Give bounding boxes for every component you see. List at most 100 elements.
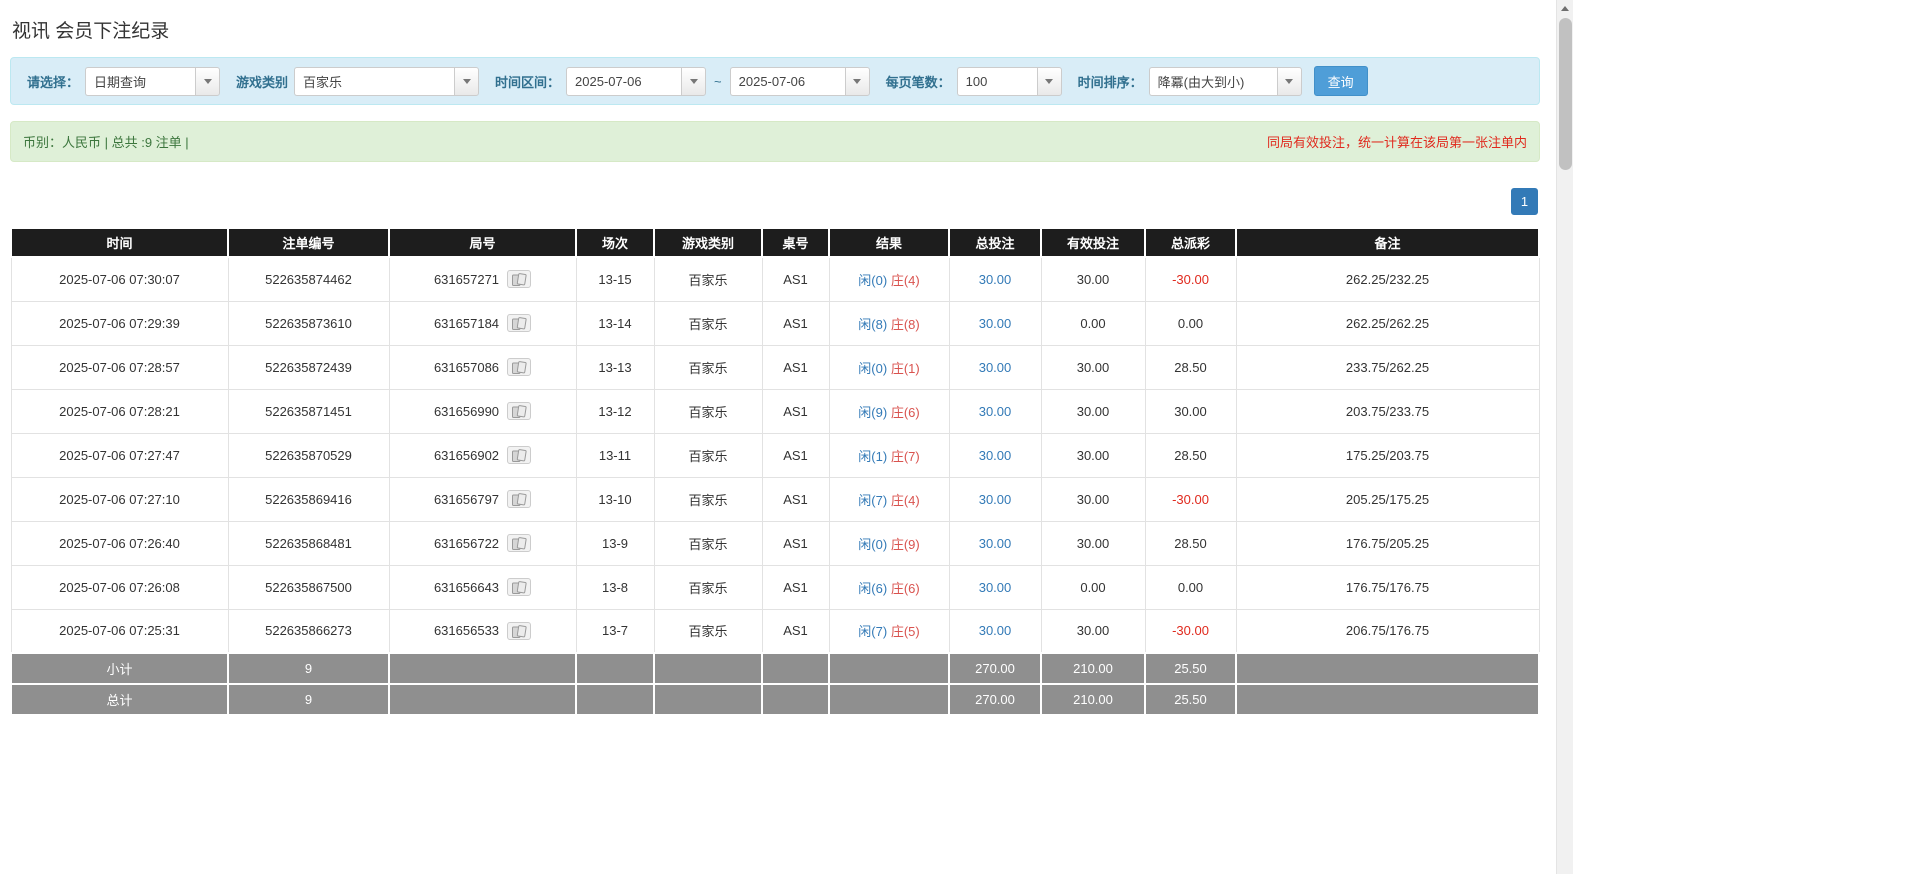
round-number: 631657271	[434, 272, 499, 287]
cell-round: 631657271	[389, 257, 576, 301]
total-bet-link[interactable]: 30.00	[979, 360, 1012, 375]
column-header: 游戏类别	[654, 228, 762, 257]
result-player: 闲(6)	[858, 581, 887, 596]
cell-valid-bet: 0.00	[1041, 301, 1145, 345]
cell-valid-bet: 30.00	[1041, 257, 1145, 301]
cell-valid-bet: 30.00	[1041, 433, 1145, 477]
search-button[interactable]: 查询	[1314, 66, 1368, 96]
scrollbar-thumb[interactable]	[1559, 18, 1572, 170]
cell-note: 233.75/262.25	[1236, 345, 1539, 389]
game-type-input[interactable]	[294, 67, 454, 96]
cell-round: 631656643	[389, 565, 576, 609]
select-type-input[interactable]	[85, 67, 195, 96]
cell-note: 206.75/176.75	[1236, 609, 1539, 653]
round-cards-icon[interactable]	[507, 314, 531, 332]
cell-valid-bet: 30.00	[1041, 609, 1145, 653]
cell-result: 闲(7) 庄(4)	[829, 477, 949, 521]
cell-time: 2025-07-06 07:29:39	[11, 301, 228, 345]
cell-time: 2025-07-06 07:25:31	[11, 609, 228, 653]
date-to-input[interactable]	[730, 67, 845, 96]
valid-bet-notice: 同局有效投注，统一计算在该局第一张注单内	[1267, 132, 1527, 151]
cell-session: 13-11	[576, 433, 654, 477]
page-size-dropdown-button[interactable]	[1037, 67, 1062, 96]
cell-total-bet: 30.00	[949, 609, 1041, 653]
column-header: 桌号	[762, 228, 829, 257]
select-type-label: 请选择：	[27, 72, 79, 91]
cell-round: 631657086	[389, 345, 576, 389]
round-cards-icon[interactable]	[507, 578, 531, 596]
round-cards-icon[interactable]	[507, 446, 531, 464]
total-bet-link[interactable]: 30.00	[979, 404, 1012, 419]
cell-session: 13-13	[576, 345, 654, 389]
table-header-row: 时间注单编号局号场次游戏类别桌号结果总投注有效投注总派彩备注	[11, 228, 1539, 257]
cell-round: 631656797	[389, 477, 576, 521]
round-number: 631656797	[434, 492, 499, 507]
scroll-up-button[interactable]	[1557, 0, 1573, 17]
cell-valid-bet: 30.00	[1041, 521, 1145, 565]
time-sort-dropdown-button[interactable]	[1277, 67, 1302, 96]
cell-result: 闲(7) 庄(5)	[829, 609, 949, 653]
table-row: 2025-07-06 07:28:21 522635871451 6316569…	[11, 389, 1539, 433]
total-bet-link[interactable]: 30.00	[979, 623, 1012, 638]
main-content: 视讯 会员下注纪录 请选择： 游戏类别 时间区间： ~ 每页笔数： 时间排序：	[0, 0, 1548, 716]
cell-round: 631656722	[389, 521, 576, 565]
bet-records-table: 时间注单编号局号场次游戏类别桌号结果总投注有效投注总派彩备注 2025-07-0…	[10, 227, 1540, 716]
total-payout: 25.50	[1145, 684, 1236, 715]
cell-payout: -30.00	[1145, 477, 1236, 521]
cell-session: 13-9	[576, 521, 654, 565]
total-bet-link[interactable]: 30.00	[979, 536, 1012, 551]
round-cards-icon[interactable]	[507, 270, 531, 288]
cell-result: 闲(0) 庄(1)	[829, 345, 949, 389]
cell-round: 631656533	[389, 609, 576, 653]
round-cards-icon[interactable]	[507, 358, 531, 376]
summary-bar: 币别：人民币 | 总共 :9 注单 | 同局有效投注，统一计算在该局第一张注单内	[10, 121, 1540, 162]
cell-note: 205.25/175.25	[1236, 477, 1539, 521]
date-from-input[interactable]	[566, 67, 681, 96]
round-cards-icon[interactable]	[507, 402, 531, 420]
game-type-label: 游戏类别	[236, 72, 288, 91]
total-bet-link[interactable]: 30.00	[979, 316, 1012, 331]
round-number: 631656990	[434, 404, 499, 419]
total-bet-link[interactable]: 30.00	[979, 580, 1012, 595]
cell-time: 2025-07-06 07:30:07	[11, 257, 228, 301]
filter-bar: 请选择： 游戏类别 时间区间： ~ 每页笔数： 时间排序：	[10, 57, 1540, 105]
cell-note: 176.75/205.25	[1236, 521, 1539, 565]
round-number: 631656902	[434, 448, 499, 463]
round-cards-icon[interactable]	[507, 534, 531, 552]
round-number: 631656643	[434, 580, 499, 595]
total-bet-link[interactable]: 30.00	[979, 272, 1012, 287]
cell-result: 闲(6) 庄(6)	[829, 565, 949, 609]
cell-note: 176.75/176.75	[1236, 565, 1539, 609]
column-header: 时间	[11, 228, 228, 257]
table-row: 2025-07-06 07:29:39 522635873610 6316571…	[11, 301, 1539, 345]
column-header: 局号	[389, 228, 576, 257]
select-type-dropdown-button[interactable]	[195, 67, 220, 96]
page-size-input[interactable]	[957, 67, 1037, 96]
game-type-dropdown-button[interactable]	[454, 67, 479, 96]
time-sort-input[interactable]	[1149, 67, 1277, 96]
result-banker: 庄(7)	[891, 449, 920, 464]
cell-game-type: 百家乐	[654, 301, 762, 345]
date-from-dropdown-button[interactable]	[681, 67, 706, 96]
page-button-1[interactable]: 1	[1511, 188, 1538, 215]
cell-game-type: 百家乐	[654, 345, 762, 389]
chevron-down-icon	[1285, 79, 1293, 84]
round-cards-icon[interactable]	[507, 490, 531, 508]
cell-session: 13-8	[576, 565, 654, 609]
cell-bet-id: 522635872439	[228, 345, 389, 389]
total-bet-link[interactable]: 30.00	[979, 492, 1012, 507]
vertical-scrollbar[interactable]	[1556, 0, 1573, 874]
date-to-dropdown-button[interactable]	[845, 67, 870, 96]
result-banker: 庄(4)	[891, 273, 920, 288]
round-cards-icon[interactable]	[507, 622, 531, 640]
subtotal-label: 小计	[11, 653, 228, 684]
cell-payout: 0.00	[1145, 565, 1236, 609]
column-header: 有效投注	[1041, 228, 1145, 257]
cell-note: 262.25/232.25	[1236, 257, 1539, 301]
game-type-combo	[294, 67, 479, 96]
cell-game-type: 百家乐	[654, 257, 762, 301]
result-player: 闲(1)	[858, 449, 887, 464]
cell-time: 2025-07-06 07:27:47	[11, 433, 228, 477]
table-row: 2025-07-06 07:28:57 522635872439 6316570…	[11, 345, 1539, 389]
total-bet-link[interactable]: 30.00	[979, 448, 1012, 463]
